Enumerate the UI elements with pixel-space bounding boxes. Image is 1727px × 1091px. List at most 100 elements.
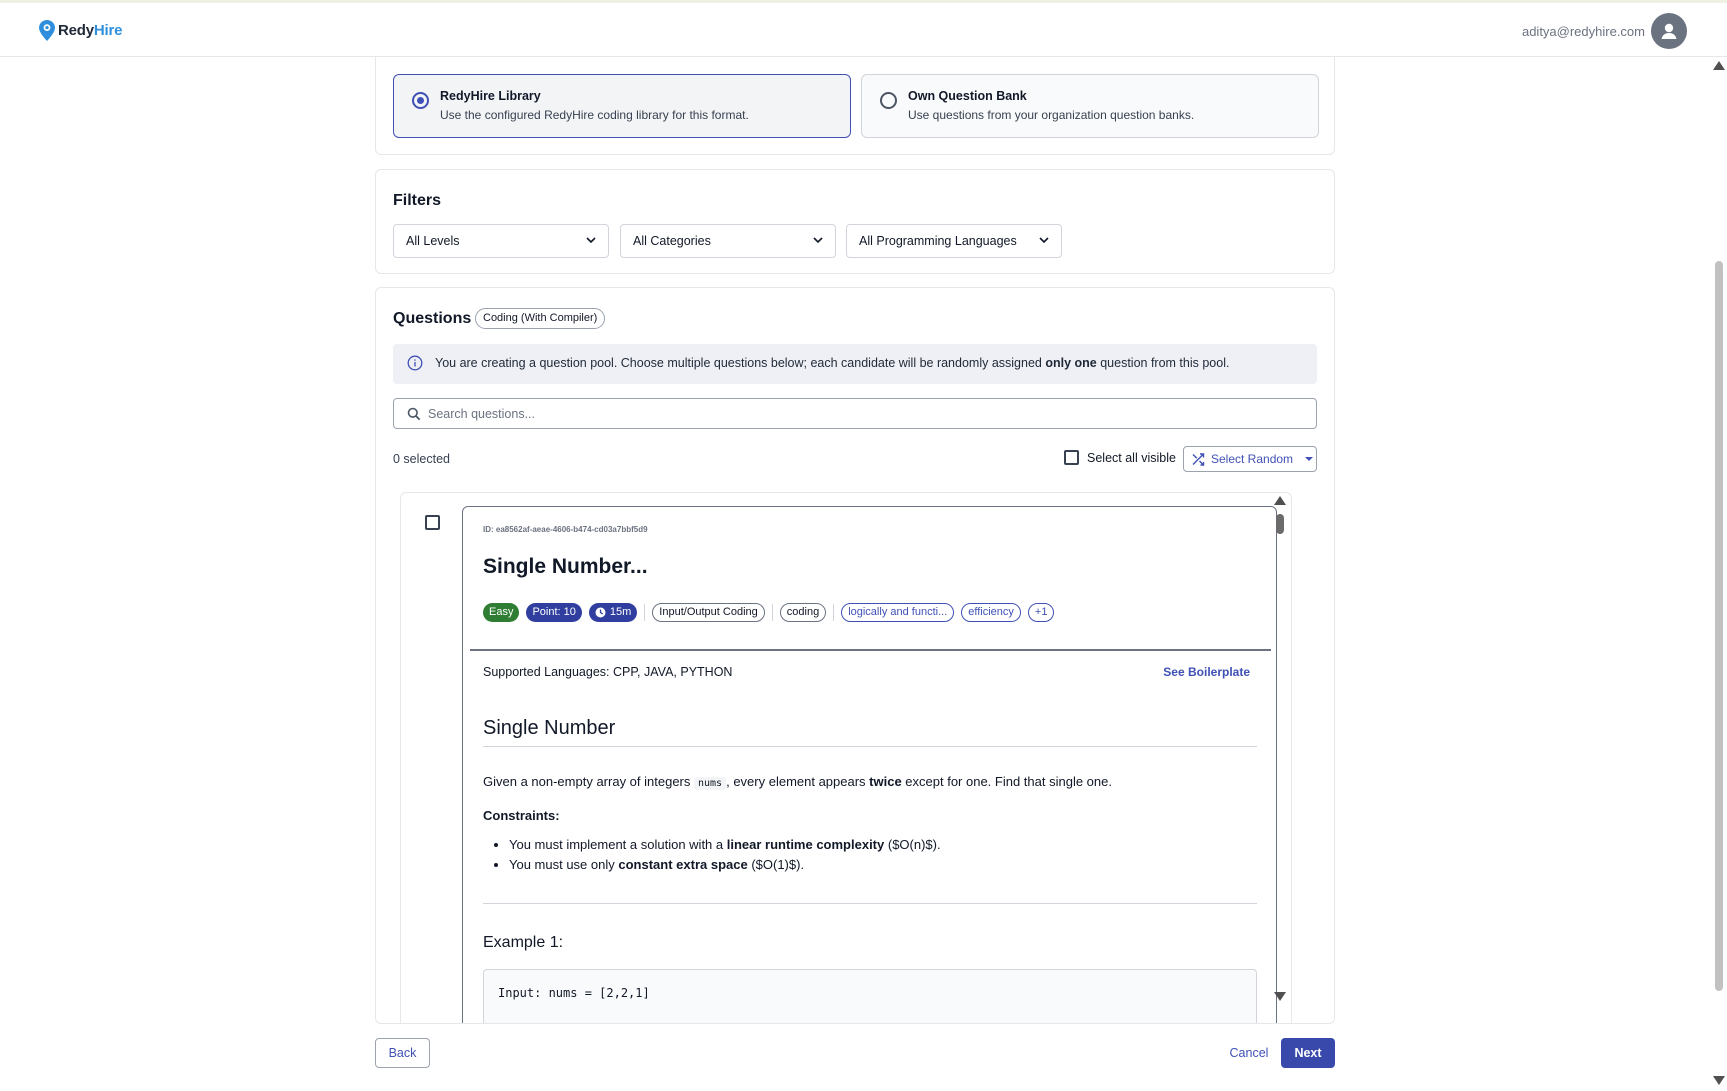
question-id: ID: ea8562af-aeae-4606-b474-cd03a7bbf5d9 [483, 525, 648, 534]
question-type-tag: Input/Output Coding [652, 603, 765, 622]
example-rule [483, 903, 1257, 904]
redyhire-logo[interactable]: RedyHire [39, 20, 122, 41]
time-value: 15m [609, 606, 632, 618]
question-list: ID: ea8562af-aeae-4606-b474-cd03a7bbf5d9… [400, 492, 1292, 1023]
radio-own-question-bank[interactable] [880, 92, 897, 109]
desc-text: except for one. Find that single one. [901, 774, 1112, 789]
level-filter-select[interactable]: All Levels [393, 224, 609, 258]
question-name: Single Number... [483, 555, 648, 578]
user-menu[interactable]: aditya@redyhire.com [1522, 13, 1687, 49]
cancel-button[interactable]: Cancel [1222, 1038, 1276, 1068]
problem-description: Given a non-empty array of integers nums… [483, 774, 1112, 790]
next-button[interactable]: Next [1281, 1038, 1335, 1068]
time-badge: 15m [588, 603, 638, 622]
back-button[interactable]: Back [375, 1038, 430, 1068]
example-title: Example 1: [483, 934, 564, 951]
select-all-checkbox[interactable] [1064, 450, 1079, 465]
filters-title: Filters [393, 192, 442, 209]
info-text-suffix: question from this pool. [1096, 356, 1230, 370]
location-pin-icon [39, 20, 55, 41]
question-list-scrollbar-thumb[interactable] [1276, 514, 1284, 534]
supported-languages: Supported Languages: CPP, JAVA, PYTHON [483, 665, 733, 679]
problem-title: Single Number [483, 717, 616, 739]
source-option-title: RedyHire Library [440, 89, 541, 103]
desc-code: nums [694, 777, 727, 790]
search-box [393, 398, 1317, 429]
constraint-item: You must implement a solution with a lin… [509, 837, 941, 852]
constraint-item: You must use only constant extra space (… [509, 857, 941, 872]
constraint-text: You must use only [509, 857, 619, 872]
question-source-card: RedyHire Library Use the configured Redy… [375, 57, 1335, 155]
category-filter-value: All Categories [633, 234, 711, 248]
chevron-down-icon [813, 237, 823, 244]
more-tags-badge[interactable]: +1 [1027, 603, 1055, 622]
problem-title-rule [483, 746, 1257, 747]
level-filter-value: All Levels [406, 234, 460, 248]
source-option-redyhire-library[interactable]: RedyHire Library Use the configured Redy… [393, 74, 851, 138]
user-email: aditya@redyhire.com [1521, 23, 1645, 39]
category-filter-select[interactable]: All Categories [620, 224, 836, 258]
search-input[interactable] [428, 399, 1298, 428]
radio-redyhire-library[interactable] [412, 92, 429, 109]
constraint-text: ($O(1)$). [747, 857, 805, 872]
scroll-down-arrow-icon[interactable] [1713, 1076, 1725, 1085]
skill-tag: logically and functi... [841, 603, 955, 622]
avatar[interactable] [1651, 13, 1687, 49]
top-bar: RedyHire aditya@redyhire.com [0, 0, 1727, 57]
category-tag: coding [779, 603, 827, 622]
clock-icon [595, 607, 606, 618]
constraint-bold: constant extra space [618, 857, 748, 872]
info-icon [407, 355, 423, 371]
chevron-down-icon [586, 237, 596, 244]
question-list-scrollbar[interactable] [1273, 492, 1287, 1023]
source-option-description: Use the configured RedyHire coding libra… [440, 108, 749, 122]
tag-divider [644, 604, 646, 621]
desc-text: Given a non-empty array of integers [483, 774, 694, 789]
selected-count: 0 selected [393, 452, 450, 466]
select-all-visible[interactable]: Select all visible [1064, 450, 1176, 465]
page-scrollbar[interactable] [1709, 57, 1727, 1091]
question-card[interactable]: ID: ea8562af-aeae-4606-b474-cd03a7bbf5d9… [462, 506, 1277, 1023]
shuffle-icon [1192, 452, 1205, 466]
scroll-down-arrow-icon[interactable] [1274, 992, 1286, 1001]
constraints-label: Constraints: [483, 808, 560, 823]
skill-tag: efficiency [961, 603, 1021, 622]
user-icon [1661, 23, 1677, 39]
source-option-description: Use questions from your organization que… [908, 108, 1195, 122]
language-filter-select[interactable]: All Programming Languages [846, 224, 1062, 258]
question-select-checkbox[interactable] [425, 515, 440, 530]
question-type-badge: Coding (With Compiler) [475, 308, 606, 329]
select-random-button[interactable]: Select Random [1183, 446, 1317, 472]
logo-text-redy: Redy [58, 22, 94, 39]
language-filter-value: All Programming Languages [859, 234, 1017, 248]
desc-text: , every element appears [726, 774, 870, 789]
difficulty-badge: Easy [483, 603, 520, 622]
desc-bold: twice [869, 774, 902, 789]
source-option-own-question-bank[interactable]: Own Question Bank Use questions from you… [861, 74, 1319, 138]
question-pool-info-banner: You are creating a question pool. Choose… [393, 344, 1317, 384]
example-code-block: Input: nums = [2,2,1] [483, 969, 1257, 1023]
chevron-down-icon [1039, 237, 1049, 244]
logo-text-hire: Hire [93, 22, 123, 39]
source-option-title: Own Question Bank [908, 89, 1027, 103]
select-all-label: Select all visible [1087, 450, 1176, 465]
select-random-label: Select Random [1211, 452, 1294, 466]
question-card-divider [470, 649, 1271, 651]
constraint-bold: linear runtime complexity [726, 837, 885, 852]
scroll-up-arrow-icon[interactable] [1274, 496, 1286, 505]
filters-card: Filters All Levels All Categories All Pr… [375, 169, 1335, 274]
page-scrollbar-thumb[interactable] [1715, 261, 1723, 991]
question-tags: Easy Point: 10 15m Input/Output Coding c… [483, 603, 1055, 622]
constraint-text: ($O(n)$). [884, 837, 941, 852]
search-icon [407, 407, 421, 421]
scroll-up-arrow-icon[interactable] [1713, 61, 1725, 70]
questions-title: Questions [393, 310, 472, 327]
questions-card: Questions Coding (With Compiler) You are… [375, 287, 1335, 1024]
constraint-text: You must implement a solution with a [509, 837, 727, 852]
info-text-bold: only one [1045, 356, 1097, 370]
info-text-prefix: You are creating a question pool. Choose… [435, 356, 1046, 370]
caret-down-icon [1305, 457, 1314, 461]
points-badge: Point: 10 [526, 603, 582, 622]
tag-divider [771, 604, 773, 621]
see-boilerplate-link[interactable]: See Boilerplate [1163, 665, 1250, 679]
